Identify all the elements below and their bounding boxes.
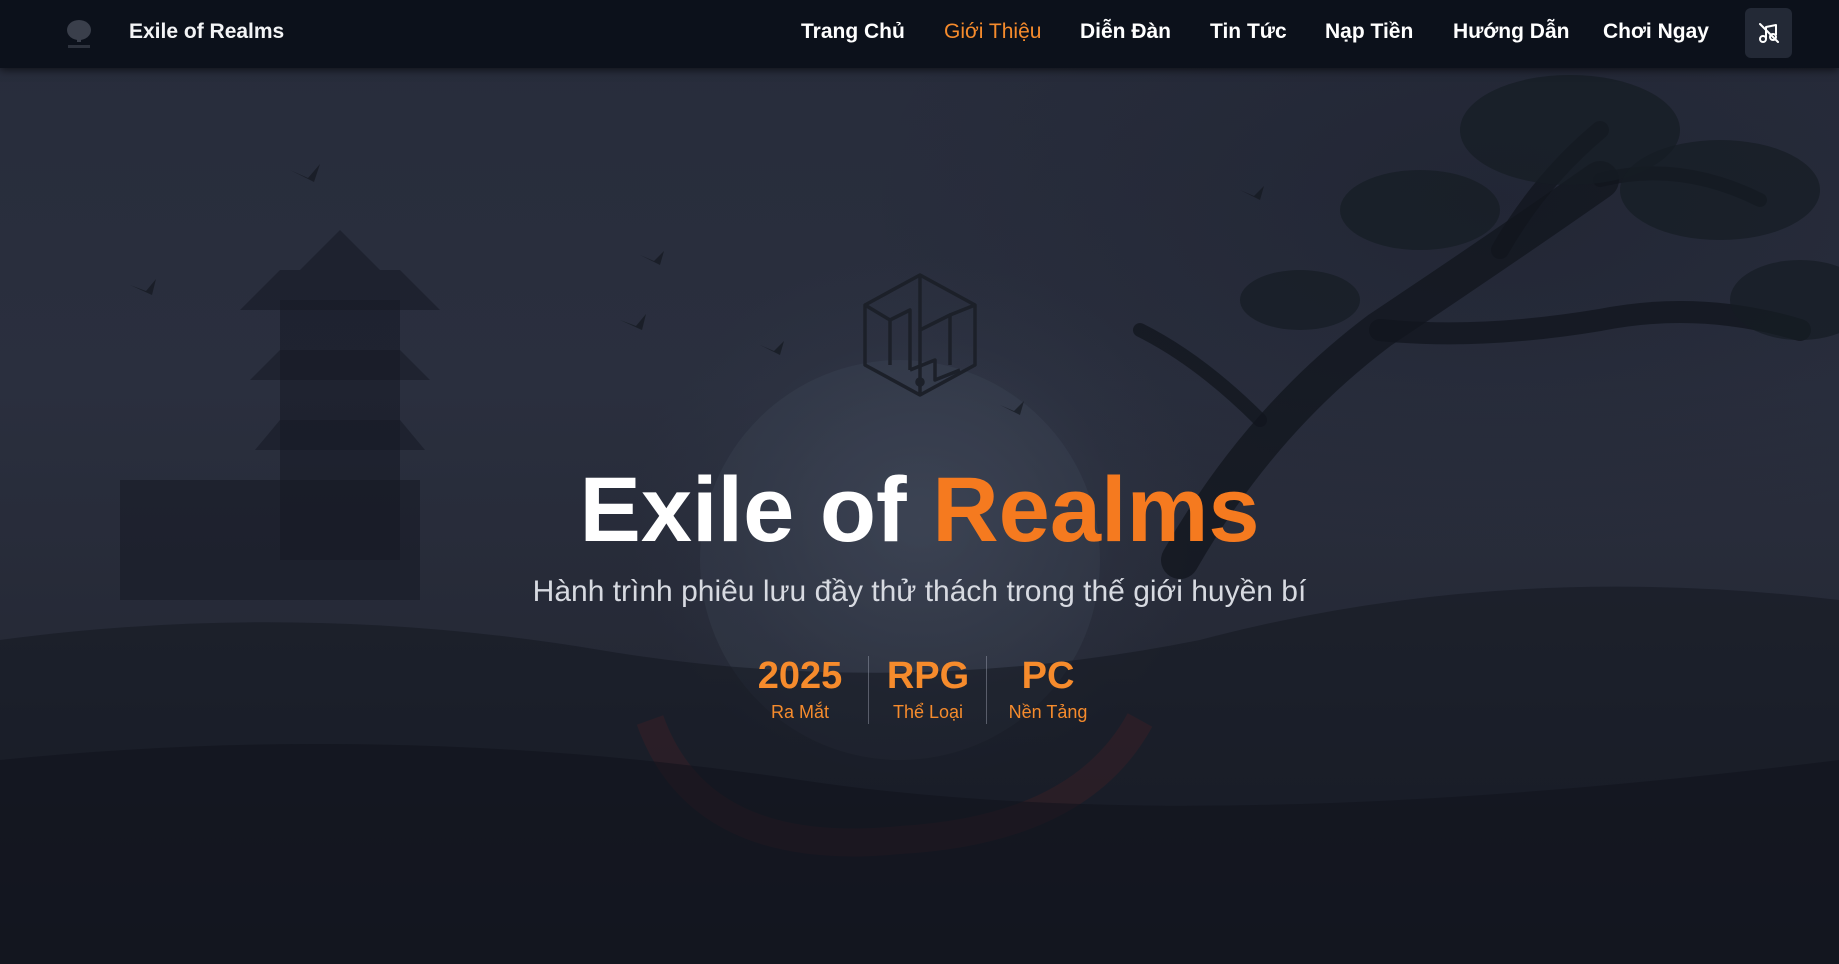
top-navbar: Exile of Realms Trang Chủ Giới Thiệu Diễ…: [0, 0, 1839, 68]
stat-label: Ra Mắt: [770, 702, 830, 722]
stat-genre: RPG Thể Loại: [878, 652, 978, 724]
page: Exile of Realms Trang Chủ Giới Thiệu Diễ…: [0, 0, 1839, 964]
music-off-icon: [1758, 23, 1779, 43]
stat-release: 2025 Ra Mắt: [740, 652, 860, 724]
hero-title-main: Exile of: [579, 459, 933, 561]
nav-link-gioi-thieu[interactable]: Giới Thiệu: [944, 20, 1041, 44]
brand-name[interactable]: Exile of Realms: [129, 20, 284, 44]
nav-link-huong-dan[interactable]: Hướng Dẫn: [1453, 20, 1569, 44]
stat-value: RPG: [886, 655, 970, 697]
hero-title: Exile of Realms: [0, 455, 1839, 565]
nav-link-nap-tien[interactable]: Nạp Tiền: [1325, 20, 1413, 44]
game-emblem-icon: [863, 273, 977, 397]
hero-stats: 2025 Ra Mắt RPG Thể Loại PC Nền Tảng: [0, 652, 1839, 726]
nav-link-dien-dan[interactable]: Diễn Đàn: [1080, 20, 1171, 44]
stat-divider: [986, 656, 987, 724]
nav-link-trang-chu[interactable]: Trang Chủ: [801, 20, 905, 44]
stat-value: 2025: [757, 655, 843, 697]
brand-logo-icon[interactable]: [64, 16, 94, 52]
nav-link-choi-ngay[interactable]: Chơi Ngay: [1603, 20, 1709, 44]
nav-link-tin-tuc[interactable]: Tin Tức: [1210, 20, 1287, 44]
stat-platform: PC Nền Tảng: [998, 652, 1098, 724]
music-toggle-button[interactable]: [1745, 8, 1792, 58]
stat-value: PC: [1021, 655, 1075, 697]
stat-label: Nền Tảng: [1008, 702, 1088, 722]
hero-subtitle: Hành trình phiêu lưu đầy thử thách trong…: [532, 575, 1307, 608]
hero-title-accent: Realms: [932, 459, 1260, 561]
stat-divider: [868, 656, 869, 724]
stat-label: Thể Loại: [892, 702, 964, 722]
